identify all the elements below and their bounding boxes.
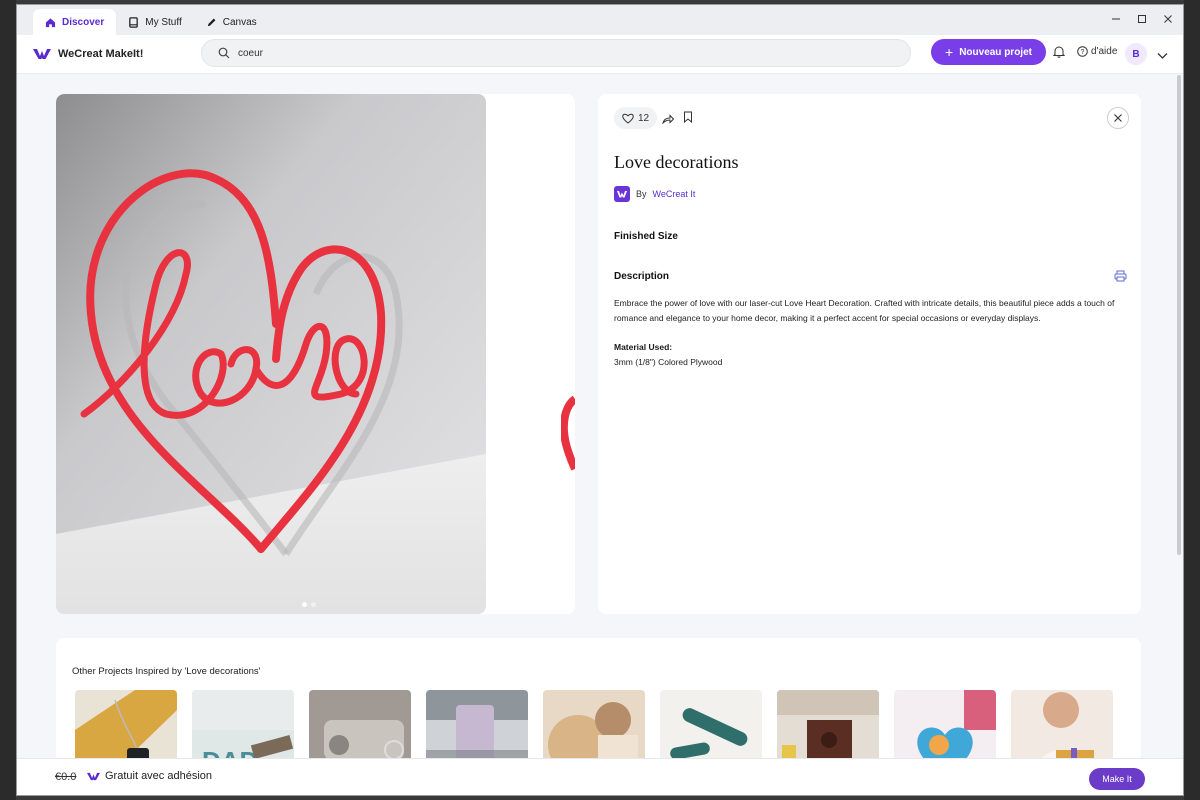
plus-icon: +	[945, 44, 954, 60]
tab-discover[interactable]: Discover	[33, 9, 117, 35]
free-with-membership: Gratuit avec adhésion	[87, 770, 212, 782]
make-it-button[interactable]: Make It	[1089, 768, 1145, 790]
help-label: d'aide	[1091, 46, 1118, 57]
author-logo-icon	[614, 186, 630, 202]
close-button[interactable]	[1107, 107, 1129, 129]
help-button[interactable]: ? d'aide	[1077, 46, 1117, 57]
home-icon	[45, 17, 56, 27]
svg-text:?: ?	[1081, 49, 1085, 56]
minimize-icon	[1112, 18, 1120, 20]
carousel-dot[interactable]	[302, 602, 307, 607]
free-label: Gratuit avec adhésion	[105, 770, 213, 782]
app-window: Discover My Stuff Canvas WeCreat MakeIt!	[16, 4, 1184, 796]
love-heart-photo	[56, 94, 486, 614]
material-label: Material Used:	[614, 342, 673, 352]
account-menu-button[interactable]	[1157, 47, 1168, 65]
window-controls	[1105, 9, 1179, 29]
brand-name: WeCreat MakeIt!	[58, 48, 144, 60]
tab-discover-label: Discover	[62, 16, 105, 28]
bell-icon	[1052, 46, 1066, 58]
print-button[interactable]	[1114, 269, 1127, 287]
avatar[interactable]: B	[1125, 43, 1147, 65]
help-icon: ?	[1077, 46, 1088, 57]
project-title: Love decorations	[614, 152, 739, 172]
close-icon	[1164, 15, 1172, 23]
description-heading: Description	[614, 271, 670, 282]
share-icon	[662, 114, 675, 125]
wecreat-logo-icon	[87, 772, 100, 780]
author-link[interactable]: By WeCreat It	[614, 186, 695, 202]
material-value: 3mm (1/8") Colored Plywood	[614, 357, 723, 367]
project-detail-panel: 12 Love decorations By WeCreat It Finish…	[598, 94, 1141, 614]
scrollbar[interactable]	[1177, 75, 1181, 555]
finished-size-heading: Finished Size	[614, 231, 678, 242]
book-icon	[129, 16, 139, 28]
like-button[interactable]: 12	[614, 107, 658, 129]
chevron-down-icon	[1157, 53, 1168, 59]
tab-canvas-label: Canvas	[222, 16, 257, 28]
new-project-button[interactable]: + Nouveau projet	[931, 39, 1046, 65]
printer-icon	[1114, 270, 1127, 282]
tab-my-stuff[interactable]: My Stuff	[116, 9, 194, 35]
bottom-bar: €0.0 Gratuit avec adhésion Make It	[17, 758, 1183, 795]
wecreat-logo-icon	[33, 49, 51, 59]
brand[interactable]: WeCreat MakeIt!	[33, 48, 143, 60]
top-bar: WeCreat MakeIt! + Nouveau projet ? d'aid…	[17, 35, 1183, 74]
close-icon	[1114, 114, 1122, 122]
maximize-icon	[1138, 15, 1146, 23]
related-title: Other Projects Inspired by 'Love decorat…	[72, 666, 261, 677]
carousel-dot[interactable]	[311, 602, 316, 607]
minimize-button[interactable]	[1105, 9, 1127, 29]
background-right	[1184, 0, 1200, 800]
background-left	[0, 0, 16, 800]
close-window-button[interactable]	[1157, 9, 1179, 29]
author-by-label: By	[636, 189, 647, 199]
carousel-dots	[302, 602, 316, 607]
new-project-label: Nouveau projet	[959, 46, 1032, 58]
search-icon	[218, 47, 230, 59]
price-strikethrough: €0.0	[55, 771, 77, 783]
tab-strip: Discover My Stuff Canvas	[17, 5, 1183, 35]
pencil-icon	[207, 18, 216, 26]
description-text: Embrace the power of love with our laser…	[614, 298, 1115, 323]
author-name: WeCreat It	[652, 189, 696, 199]
maximize-button[interactable]	[1131, 9, 1153, 29]
project-media	[56, 94, 575, 614]
bookmark-icon	[684, 111, 692, 124]
bookmark-button[interactable]	[683, 110, 693, 128]
search-input[interactable]	[236, 46, 840, 60]
next-photo-preview[interactable]	[561, 394, 575, 474]
tab-canvas[interactable]: Canvas	[194, 9, 269, 35]
avatar-initial: B	[1132, 48, 1140, 60]
project-photo[interactable]	[56, 94, 486, 614]
search-bar[interactable]	[201, 39, 911, 67]
like-count: 12	[638, 112, 650, 124]
notifications-button[interactable]	[1052, 45, 1066, 63]
heart-icon	[622, 113, 634, 124]
tab-my-stuff-label: My Stuff	[145, 16, 182, 28]
share-button[interactable]	[662, 111, 675, 129]
